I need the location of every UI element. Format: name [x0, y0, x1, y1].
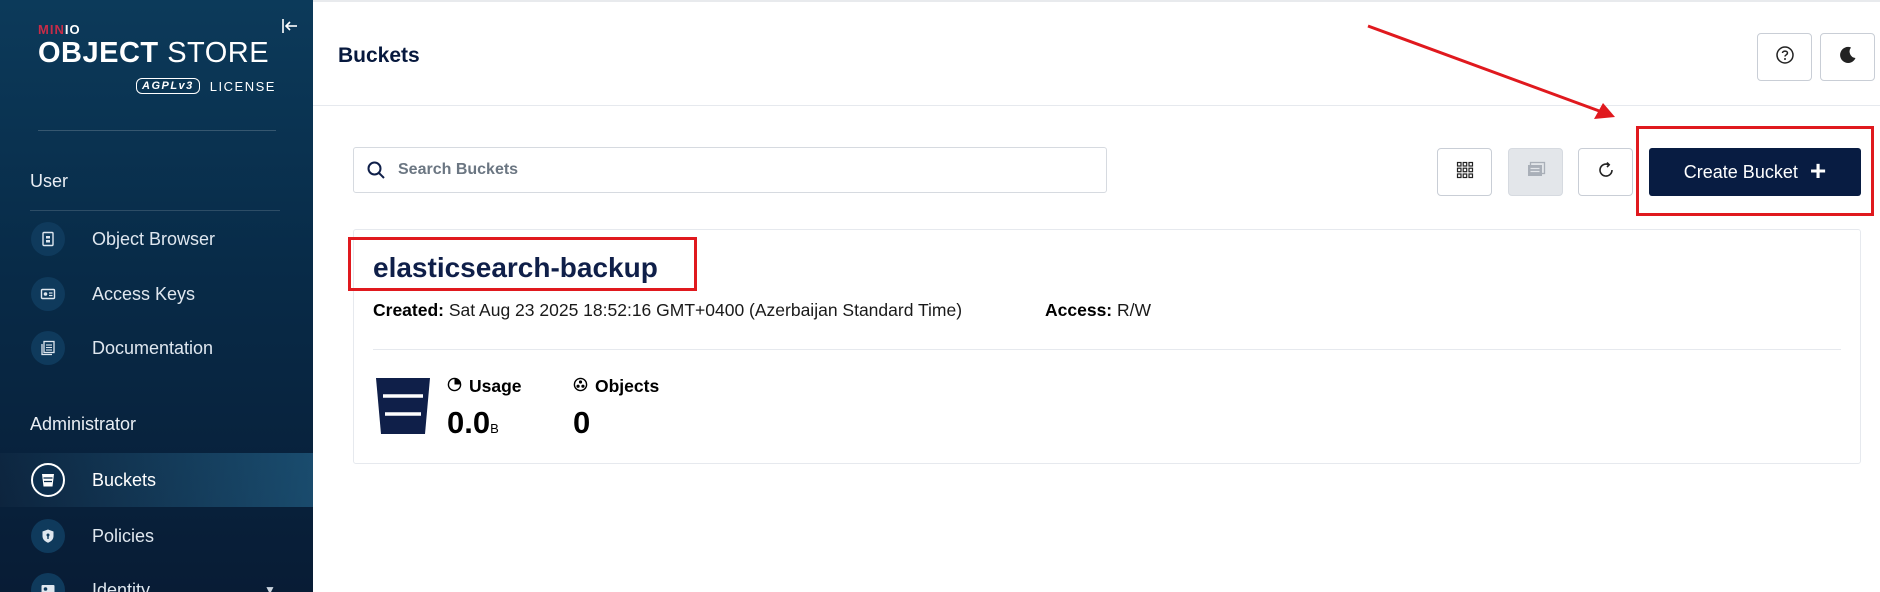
section-divider-user: [30, 210, 280, 211]
access-value: R/W: [1117, 300, 1152, 320]
sidebar-item-policies[interactable]: Policies: [0, 509, 313, 563]
search-icon: [366, 160, 386, 180]
chevron-down-icon[interactable]: ▼: [264, 583, 276, 592]
refresh-icon: [1596, 160, 1616, 185]
created-label: Created:: [373, 300, 444, 320]
logo-brand-io: IO: [64, 22, 81, 37]
theme-toggle-button[interactable]: [1820, 33, 1875, 81]
usage-unit: B: [490, 421, 499, 436]
bucket-icon: [31, 463, 65, 497]
objects-stat-label: Objects: [573, 376, 659, 397]
objects-value: 0: [573, 405, 591, 440]
logo-brand: MINIO: [38, 22, 288, 37]
usage-stat-label: Usage: [447, 376, 522, 397]
sidebar-item-identity[interactable]: Identity ▼: [0, 563, 313, 592]
top-bar: Buckets: [313, 0, 1880, 106]
sidebar-item-label: Object Browser: [92, 228, 216, 249]
logo-title-bold: OBJECT: [38, 37, 159, 69]
access-label: Access:: [1045, 300, 1113, 320]
sidebar-item-buckets[interactable]: Buckets: [0, 453, 313, 507]
sidebar-item-label: Policies: [92, 525, 155, 546]
page-title: Buckets: [338, 44, 420, 67]
create-bucket-label: Create Bucket: [1683, 161, 1798, 182]
created-value: Sat Aug 23 2025 18:52:16 GMT+0400 (Azerb…: [448, 300, 963, 320]
sidebar-item-label: Identity: [92, 579, 151, 592]
logo-license-row: AGPLv3 LICENSE: [136, 78, 276, 94]
logo-title: OBJECT STORE: [38, 37, 288, 69]
bucket-name[interactable]: elasticsearch-backup: [373, 252, 658, 284]
usage-value-block: 0.0B: [447, 405, 499, 441]
refresh-button[interactable]: [1578, 148, 1633, 196]
objects-label: Objects: [595, 376, 660, 396]
plus-icon: +: [1809, 155, 1827, 186]
section-label-administrator: Administrator: [30, 414, 137, 434]
sidebar-item-documentation[interactable]: Documentation: [0, 321, 313, 375]
bulk-actions-button[interactable]: [1508, 148, 1563, 196]
help-icon: [1775, 45, 1795, 70]
minio-logo: MINIO OBJECT STORE AGPLv3 LICENSE: [38, 22, 288, 94]
stack-icon: [1526, 160, 1546, 185]
identity-icon: [31, 573, 65, 592]
grid-view-button[interactable]: [1437, 148, 1492, 196]
usage-label: Usage: [469, 376, 522, 396]
bucket-created: Created: Sat Aug 23 2025 18:52:16 GMT+04…: [373, 300, 962, 321]
agpl-badge: AGPLv3: [136, 78, 200, 94]
logo-divider: [38, 130, 276, 131]
documentation-icon: [31, 331, 65, 365]
card-divider: [373, 349, 1841, 350]
sidebar-item-label: Access Keys: [92, 283, 196, 304]
logo-title-light: STORE: [167, 37, 270, 69]
sidebar-item-access-keys[interactable]: Access Keys: [0, 267, 313, 321]
create-bucket-button[interactable]: Create Bucket +: [1649, 148, 1861, 196]
access-keys-icon: [31, 277, 65, 311]
bucket-large-icon: [374, 376, 430, 434]
help-button[interactable]: [1757, 33, 1812, 81]
app-root: MINIO OBJECT STORE AGPLv3 LICENSE User O…: [0, 0, 1880, 592]
moon-icon: [1838, 45, 1858, 70]
objects-icon: [573, 376, 588, 397]
collapse-sidebar-icon[interactable]: [280, 16, 300, 36]
grid-icon: [1456, 161, 1474, 184]
object-browser-icon: [31, 222, 65, 256]
sidebar-item-object-browser[interactable]: Object Browser: [0, 212, 313, 266]
bucket-access: Access: R/W: [1045, 300, 1151, 321]
policy-icon: [31, 519, 65, 553]
sidebar: MINIO OBJECT STORE AGPLv3 LICENSE User O…: [0, 0, 313, 592]
section-label-user: User: [30, 171, 69, 191]
logo-license: LICENSE: [209, 78, 276, 94]
pie-chart-icon: [447, 376, 462, 397]
search-input[interactable]: [398, 158, 998, 182]
bucket-card[interactable]: elasticsearch-backup Created: Sat Aug 23…: [353, 229, 1861, 464]
sidebar-item-label: Buckets: [92, 469, 157, 490]
logo-brand-min: MIN: [38, 22, 65, 37]
search-buckets[interactable]: [353, 147, 1107, 193]
sidebar-item-label: Documentation: [92, 337, 214, 358]
usage-value: 0.0: [447, 405, 491, 440]
